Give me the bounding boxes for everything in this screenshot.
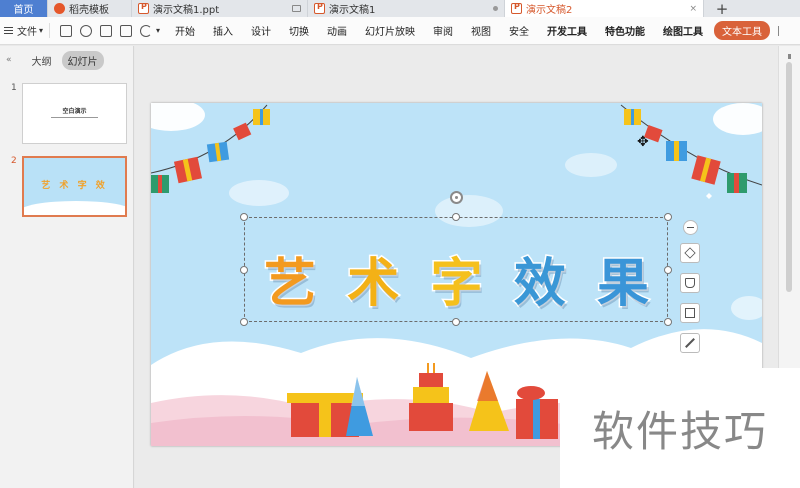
menu-design[interactable]: 设计 [242, 23, 280, 38]
collapse-panel-icon[interactable]: « [6, 55, 12, 65]
minus-icon [686, 226, 694, 229]
slides-panel: « 大纲 幻灯片 1 空白演示 2 艺 术 字 效 [0, 46, 134, 488]
menu-security[interactable]: 安全 [500, 23, 538, 38]
scrollbar-thumb[interactable] [786, 62, 792, 292]
watermark-text: 软件技巧 [591, 406, 768, 456]
ppt-icon [511, 2, 522, 14]
ppt-icon [138, 2, 149, 14]
watermark: 软件技巧 [560, 368, 800, 488]
slide-thumbnail-2[interactable]: 艺 术 字 效 [22, 156, 127, 217]
undo-chevron-icon[interactable]: ▾ [156, 26, 160, 35]
new-tab-button[interactable]: + [704, 0, 740, 18]
thumbnail-subtitle-line [51, 117, 98, 118]
tab-label: 稻壳模板 [69, 5, 109, 16]
menu-slideshow[interactable]: 幻灯片放映 [356, 23, 424, 38]
tab-presentation2[interactable]: 演示文稿2 × [505, 0, 704, 17]
tab-bar: 首页 稻壳模板 演示文稿1.ppt 演示文稿1 演示文稿2 × + [0, 0, 800, 18]
resize-handle[interactable] [452, 213, 460, 221]
resize-handle[interactable] [664, 213, 672, 221]
outline-button[interactable] [680, 303, 700, 323]
menu-animation[interactable]: 动画 [318, 23, 356, 38]
tab-label: 演示文稿2 [526, 5, 573, 16]
close-icon[interactable]: × [689, 4, 697, 14]
menu-start[interactable]: 开始 [166, 23, 204, 38]
print-icon[interactable] [100, 24, 113, 37]
resize-handle[interactable] [240, 213, 248, 221]
tab-slides[interactable]: 幻灯片 [61, 50, 104, 70]
menu-insert[interactable]: 插入 [204, 23, 242, 38]
menu-collapse-icon[interactable] [778, 25, 790, 36]
resize-handle[interactable] [240, 266, 248, 274]
menu-transitions[interactable]: 切换 [280, 23, 318, 38]
outline-icon [685, 308, 695, 318]
menu-developer-tools[interactable]: 开发工具 [538, 23, 596, 38]
ppt-icon [314, 2, 325, 14]
chevron-down-icon: ▾ [39, 26, 44, 35]
scroll-up-icon[interactable] [788, 54, 791, 59]
menu-review[interactable]: 审阅 [424, 23, 462, 38]
tab-label: 演示文稿1 [329, 5, 376, 16]
layers-button[interactable] [680, 243, 700, 263]
menu-text-tools-tab[interactable]: 文本工具 [714, 21, 771, 40]
unsaved-dot-icon [493, 6, 498, 11]
text-selection-frame[interactable] [244, 217, 668, 322]
tab-home[interactable]: 首页 [0, 0, 48, 17]
slide-number: 1 [11, 83, 17, 93]
pen-icon [685, 338, 695, 348]
monitor-icon [292, 5, 301, 12]
tab-presentation1-ppt[interactable]: 演示文稿1.ppt [132, 0, 308, 17]
floating-toolbar [679, 220, 701, 363]
slide-number: 2 [11, 156, 17, 166]
resize-handle[interactable] [240, 318, 248, 326]
resize-handle[interactable] [452, 318, 460, 326]
menu-special-features[interactable]: 特色功能 [596, 23, 654, 38]
resize-handle[interactable] [664, 266, 672, 274]
menu-view[interactable]: 视图 [462, 23, 500, 38]
hamburger-icon [4, 27, 13, 34]
format-painter-icon[interactable] [80, 24, 93, 37]
menu-bar: 文件 ▾ ▾ 开始 插入 设计 切换 动画 幻灯片放映 审阅 视图 安全 开发工… [0, 17, 800, 45]
print-preview-icon[interactable] [120, 24, 133, 37]
save-icon[interactable] [60, 24, 73, 37]
tab-outline[interactable]: 大纲 [26, 51, 58, 70]
fill-bucket-icon [685, 278, 695, 288]
menu-drawing-tools[interactable]: 绘图工具 [654, 23, 712, 38]
tab-home-label: 首页 [13, 5, 34, 16]
panel-tabs: « 大纲 幻灯片 [0, 46, 133, 74]
thumbnail-title: 空白演示 [62, 108, 87, 115]
tab-docer-templates[interactable]: 稻壳模板 [48, 0, 132, 17]
edit-button[interactable] [680, 333, 700, 353]
undo-icon[interactable] [140, 24, 153, 37]
wps-icon [54, 3, 65, 14]
layers-icon [684, 247, 696, 259]
resize-handle[interactable] [664, 318, 672, 326]
file-menu-button[interactable]: 文件 ▾ [4, 23, 51, 38]
move-cursor-icon: ✥ [637, 134, 649, 150]
thumbnail-title: 艺 术 字 效 [41, 181, 108, 191]
slide-thumbnail-1[interactable]: 空白演示 [22, 83, 127, 144]
fill-button[interactable] [680, 273, 700, 293]
thumbnail-cloud-decoration [24, 201, 125, 215]
tab-label: 演示文稿1.ppt [153, 5, 220, 16]
tab-presentation1[interactable]: 演示文稿1 [308, 0, 505, 17]
collapse-toolbar-button[interactable] [682, 220, 698, 235]
file-menu-label: 文件 [17, 27, 37, 38]
rotate-handle-icon[interactable] [450, 191, 463, 204]
